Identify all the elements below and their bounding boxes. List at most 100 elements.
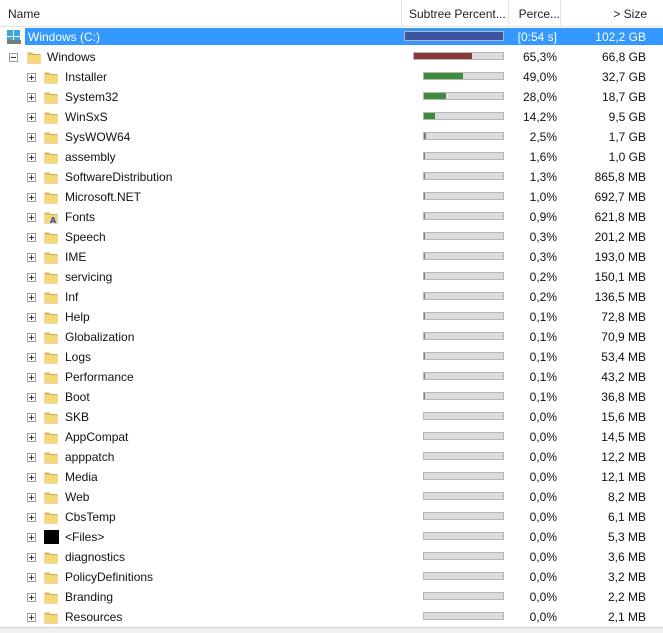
tree-row[interactable]: Web 0,0% 8,2 MB [0, 487, 663, 507]
expand-toggle-icon[interactable] [27, 573, 36, 582]
subtree-percent-bar [423, 312, 504, 320]
tree-row[interactable]: WinSxS 14,2% 9,5 GB [0, 107, 663, 127]
expand-toggle-icon[interactable] [27, 533, 36, 542]
tree-row[interactable]: Media 0,0% 12,1 MB [0, 467, 663, 487]
tree-row[interactable]: PolicyDefinitions 0,0% 3,2 MB [0, 567, 663, 587]
expand-toggle-icon[interactable] [27, 93, 36, 102]
folder-icon [44, 310, 58, 324]
subtree-percent-bar-fill [414, 53, 472, 59]
tree-row[interactable]: Boot 0,1% 36,8 MB [0, 387, 663, 407]
expand-toggle-icon[interactable] [27, 413, 36, 422]
column-header-name[interactable]: Name [0, 0, 402, 27]
expand-toggle-icon[interactable] [27, 353, 36, 362]
expand-toggle-icon[interactable] [27, 493, 36, 502]
expand-toggle-icon[interactable] [27, 153, 36, 162]
row-size: 53,4 MB [601, 350, 646, 364]
column-header-size[interactable]: > Size [561, 0, 663, 27]
row-percent: 0,0% [529, 590, 557, 604]
tree-row[interactable]: apppatch 0,0% 12,2 MB [0, 447, 663, 467]
tree-row[interactable]: Globalization 0,1% 70,9 MB [0, 327, 663, 347]
subtree-percent-bar [423, 592, 504, 600]
tree-row[interactable]: SysWOW64 2,5% 1,7 GB [0, 127, 663, 147]
expand-toggle-icon[interactable] [27, 113, 36, 122]
tree-row[interactable]: CbsTemp 0,0% 6,1 MB [0, 507, 663, 527]
horizontal-scrollbar[interactable] [0, 627, 663, 633]
svg-text:A: A [50, 216, 57, 224]
subtree-percent-bar [423, 92, 504, 100]
tree-row[interactable]: A Fonts 0,9% 621,8 MB [0, 207, 663, 227]
expand-toggle-icon[interactable] [27, 593, 36, 602]
tree-row[interactable]: Microsoft.NET 1,0% 692,7 MB [0, 187, 663, 207]
expand-toggle-icon[interactable] [27, 433, 36, 442]
subtree-percent-bar-fill [424, 393, 425, 399]
drive-icon [7, 29, 21, 44]
tree-row[interactable]: Inf 0,2% 136,5 MB [0, 287, 663, 307]
tree-row[interactable]: SoftwareDistribution 1,3% 865,8 MB [0, 167, 663, 187]
folder-icon [44, 110, 58, 124]
column-header-percent[interactable]: Perce... [509, 0, 561, 27]
tree-row[interactable]: AppCompat 0,0% 14,5 MB [0, 427, 663, 447]
folder-icon [44, 510, 58, 524]
subtree-percent-bar-fill [424, 193, 425, 199]
subtree-percent-bar [423, 572, 504, 580]
tree-row[interactable]: servicing 0,2% 150,1 MB [0, 267, 663, 287]
tree-row[interactable]: Windows (C:) [0:54 s] 102,2 GB [0, 27, 663, 47]
expand-toggle-icon[interactable] [27, 273, 36, 282]
subtree-percent-bar-fill [424, 233, 425, 239]
tree-row[interactable]: diagnostics 0,0% 3,6 MB [0, 547, 663, 567]
row-size: 621,8 MB [594, 210, 646, 224]
expand-toggle-icon[interactable] [27, 193, 36, 202]
expand-toggle-icon[interactable] [27, 133, 36, 142]
row-size: 14,5 MB [601, 430, 646, 444]
collapse-toggle-icon[interactable] [9, 53, 18, 62]
expand-toggle-icon[interactable] [27, 73, 36, 82]
tree-row[interactable]: Windows 65,3% 66,8 GB [0, 47, 663, 67]
row-percent: 0,0% [529, 490, 557, 504]
subtree-percent-bar [404, 31, 504, 41]
row-name: Help [65, 310, 90, 324]
tree-row[interactable]: Logs 0,1% 53,4 MB [0, 347, 663, 367]
row-name: <Files> [65, 530, 105, 544]
expand-toggle-icon[interactable] [27, 613, 36, 622]
tree-row[interactable]: Speech 0,3% 201,2 MB [0, 227, 663, 247]
row-name: Branding [65, 590, 114, 604]
tree-row[interactable]: IME 0,3% 193,0 MB [0, 247, 663, 267]
expand-toggle-icon[interactable] [27, 333, 36, 342]
row-size: 136,5 MB [594, 290, 646, 304]
tree-row[interactable]: Performance 0,1% 43,2 MB [0, 367, 663, 387]
expand-toggle-icon[interactable] [27, 213, 36, 222]
tree-row[interactable]: Branding 0,0% 2,2 MB [0, 587, 663, 607]
tree-row[interactable]: SKB 0,0% 15,6 MB [0, 407, 663, 427]
expand-toggle-icon[interactable] [27, 313, 36, 322]
row-percent: 0,0% [529, 510, 557, 524]
column-header-subtree-percent[interactable]: Subtree Percent... [402, 0, 509, 27]
expand-toggle-icon[interactable] [27, 253, 36, 262]
expand-toggle-icon[interactable] [27, 393, 36, 402]
expand-toggle-icon[interactable] [27, 473, 36, 482]
tree-row[interactable]: assembly 1,6% 1,0 GB [0, 147, 663, 167]
row-size: 150,1 MB [594, 270, 646, 284]
expand-toggle-icon[interactable] [27, 513, 36, 522]
tree-row[interactable]: Resources 0,0% 2,1 MB [0, 607, 663, 627]
tree-row[interactable]: Installer 49,0% 32,7 GB [0, 67, 663, 87]
subtree-percent-bar [423, 472, 504, 480]
expand-toggle-icon[interactable] [27, 293, 36, 302]
row-name: Fonts [65, 210, 96, 224]
expand-toggle-icon[interactable] [27, 373, 36, 382]
row-percent: 0,1% [529, 390, 557, 404]
subtree-percent-bar-fill [405, 32, 503, 40]
expand-toggle-icon[interactable] [27, 453, 36, 462]
subtree-percent-bar [423, 72, 504, 80]
tree-row[interactable]: Help 0,1% 72,8 MB [0, 307, 663, 327]
row-size: 865,8 MB [594, 170, 646, 184]
expand-toggle-icon[interactable] [27, 173, 36, 182]
folder-icon [44, 90, 58, 104]
folder-icon [44, 590, 58, 604]
expand-toggle-icon[interactable] [27, 233, 36, 242]
tree-row[interactable]: System32 28,0% 18,7 GB [0, 87, 663, 107]
expand-toggle-icon[interactable] [27, 553, 36, 562]
tree-row[interactable]: <Files> 0,0% 5,3 MB [0, 527, 663, 547]
row-name: Resources [65, 610, 123, 624]
row-name: AppCompat [65, 430, 129, 444]
subtree-percent-bar [423, 192, 504, 200]
